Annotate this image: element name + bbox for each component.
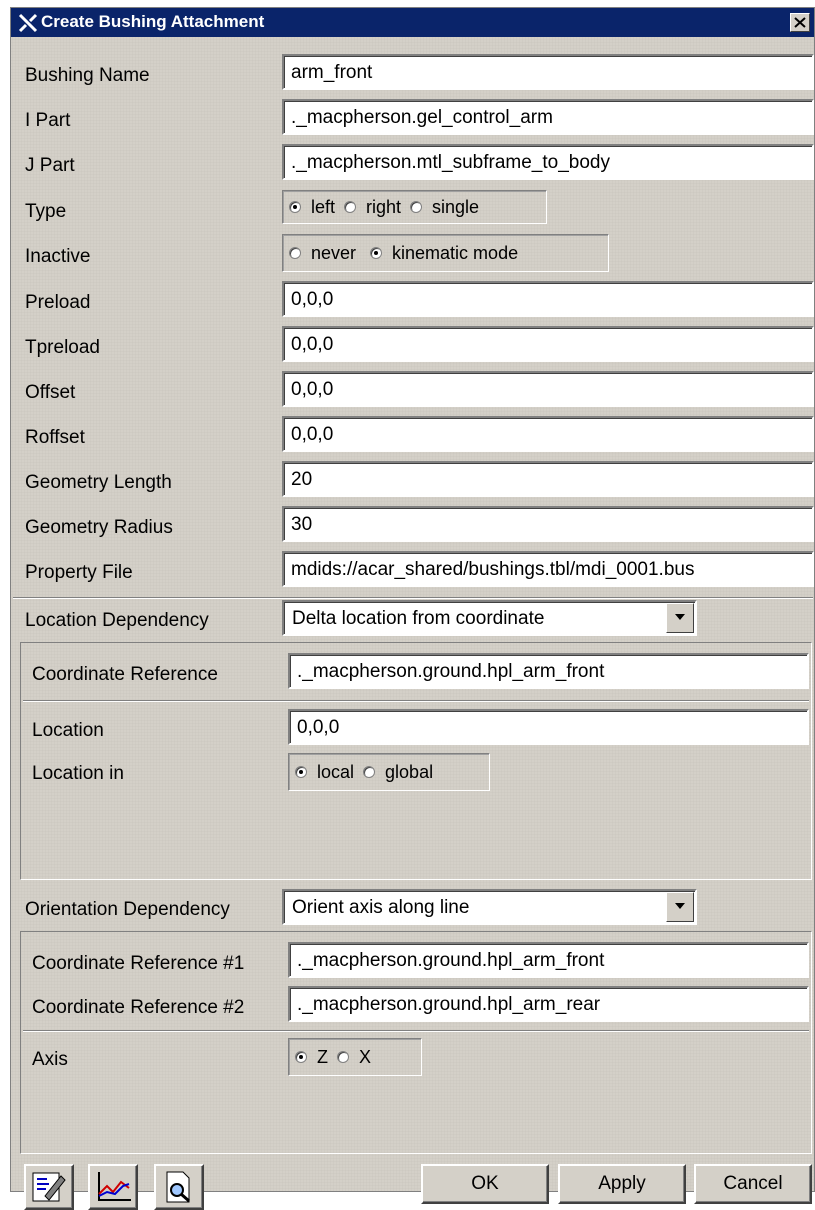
location-in-option-local[interactable]: local [295, 762, 354, 783]
axis-radio-group: Z X [288, 1038, 422, 1076]
axis-option-x[interactable]: X [337, 1047, 371, 1068]
location-label: Location [32, 720, 104, 741]
type-option-right[interactable]: right [344, 197, 401, 218]
notes-edit-button[interactable] [24, 1164, 74, 1210]
radio-selected-icon [295, 1051, 307, 1063]
orientation-dependency-panel: Coordinate Reference #1 ._macpherson.gro… [20, 931, 812, 1154]
create-bushing-dialog: Create Bushing Attachment Bushing Name a… [10, 7, 815, 1210]
ok-button[interactable]: OK [421, 1164, 549, 1204]
type-radio-group: left right single [282, 190, 547, 224]
coordinate-reference-2-label: Coordinate Reference #2 [32, 997, 245, 1018]
type-option-left[interactable]: left [289, 197, 335, 218]
geometry-radius-field[interactable]: 30 [282, 506, 814, 542]
i-part-field[interactable]: ._macpherson.gel_control_arm [282, 99, 814, 135]
radio-icon [344, 201, 357, 213]
preload-label: Preload [25, 292, 91, 313]
plot-button[interactable] [88, 1164, 138, 1210]
orientation-dependency-value: Orient axis along line [292, 897, 470, 918]
inactive-option-kinematic-mode[interactable]: kinematic mode [370, 243, 518, 264]
window-title: Create Bushing Attachment [41, 12, 265, 31]
coordinate-reference-1-label: Coordinate Reference #1 [32, 953, 245, 974]
title-bar: Create Bushing Attachment [11, 8, 814, 37]
close-button[interactable] [790, 13, 810, 32]
radio-icon [337, 1051, 349, 1063]
type-label: Type [25, 201, 67, 222]
type-option-single[interactable]: single [410, 197, 479, 218]
radio-icon [363, 766, 376, 778]
location-dependency-label: Location Dependency [25, 610, 209, 631]
roffset-field[interactable]: 0,0,0 [282, 416, 814, 452]
location-dependency-panel: Coordinate Reference ._macpherson.ground… [20, 642, 812, 880]
adams-x-icon [18, 13, 38, 33]
j-part-field[interactable]: ._macpherson.mtl_subframe_to_body [282, 144, 814, 180]
bushing-name-label: Bushing Name [25, 65, 150, 86]
coordinate-reference-label: Coordinate Reference [32, 664, 218, 685]
j-part-label: J Part [25, 155, 75, 176]
inactive-option-never[interactable]: never [289, 243, 356, 264]
radio-icon [410, 201, 423, 213]
property-file-label: Property File [25, 562, 133, 583]
dropdown-button[interactable] [666, 892, 694, 922]
close-icon [794, 17, 806, 28]
location-dependency-select[interactable]: Delta location from coordinate [282, 600, 697, 636]
radio-selected-icon [370, 247, 383, 259]
location-in-radio-group: local global [288, 753, 490, 791]
apply-button[interactable]: Apply [558, 1164, 686, 1204]
orientation-dependency-select[interactable]: Orient axis along line [282, 889, 697, 925]
roffset-label: Roffset [25, 427, 85, 448]
radio-icon [289, 247, 301, 259]
offset-label: Offset [25, 382, 76, 403]
separator [13, 597, 813, 599]
file-browse-button[interactable] [154, 1164, 204, 1210]
geometry-radius-label: Geometry Radius [25, 517, 173, 538]
axis-label: Axis [32, 1049, 68, 1070]
plot-curves-icon [98, 1172, 131, 1201]
coordinate-reference-2-field[interactable]: ._macpherson.ground.hpl_arm_rear [288, 986, 809, 1022]
orientation-dependency-label: Orientation Dependency [25, 899, 230, 920]
cancel-button[interactable]: Cancel [694, 1164, 812, 1204]
radio-selected-icon [289, 201, 301, 213]
preload-field[interactable]: 0,0,0 [282, 281, 814, 317]
tpreload-field[interactable]: 0,0,0 [282, 326, 814, 362]
chevron-down-icon [675, 903, 685, 909]
property-file-field[interactable]: mdids://acar_shared/bushings.tbl/mdi_000… [282, 551, 814, 587]
geometry-length-field[interactable]: 20 [282, 461, 814, 497]
dropdown-button[interactable] [666, 603, 694, 633]
separator [23, 1030, 809, 1032]
notes-edit-icon [32, 1172, 66, 1202]
inactive-label: Inactive [25, 246, 91, 267]
location-in-label: Location in [32, 763, 124, 784]
inactive-radio-group: never kinematic mode [282, 234, 609, 272]
axis-option-z[interactable]: Z [295, 1047, 328, 1068]
file-browse-icon [166, 1171, 190, 1203]
i-part-label: I Part [25, 110, 71, 131]
bushing-name-field[interactable]: arm_front [282, 54, 814, 90]
offset-field[interactable]: 0,0,0 [282, 371, 814, 407]
tpreload-label: Tpreload [25, 337, 100, 358]
location-field[interactable]: 0,0,0 [288, 709, 809, 745]
coordinate-reference-field[interactable]: ._macpherson.ground.hpl_arm_front [288, 653, 809, 689]
separator [23, 700, 809, 702]
radio-selected-icon [295, 766, 307, 778]
coordinate-reference-1-field[interactable]: ._macpherson.ground.hpl_arm_front [288, 942, 809, 978]
geometry-length-label: Geometry Length [25, 472, 172, 493]
location-in-option-global[interactable]: global [363, 762, 433, 783]
location-dependency-value: Delta location from coordinate [292, 608, 545, 629]
chevron-down-icon [675, 614, 685, 620]
